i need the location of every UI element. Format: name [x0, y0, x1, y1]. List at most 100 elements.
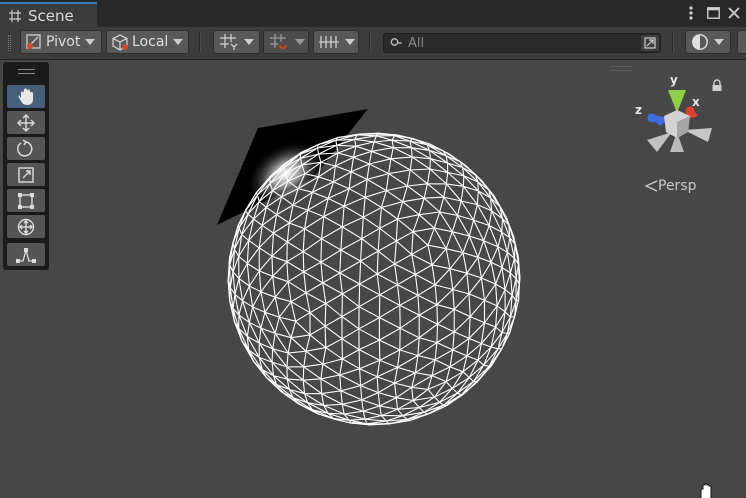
- scene-viewport[interactable]: y x z Persp: [0, 60, 746, 498]
- wireframe-edge: [376, 366, 398, 378]
- tab-scene[interactable]: Scene: [0, 2, 97, 27]
- grid-snap-icon: [220, 34, 238, 50]
- rotate-tool-button[interactable]: [7, 137, 45, 160]
- wireframe-edge: [380, 190, 387, 208]
- transform-tool-button[interactable]: [7, 215, 45, 238]
- projection-toggle[interactable]: Persp: [644, 178, 697, 194]
- wireframe-edge: [427, 245, 433, 266]
- wireframe-edge: [238, 263, 248, 279]
- shading-mode-dropdown[interactable]: [685, 30, 731, 54]
- wireframe-edge: [468, 293, 485, 301]
- wireframe-edge: [411, 386, 429, 390]
- wireframe-edge: [418, 407, 425, 413]
- increment-snap-dropdown[interactable]: [263, 30, 309, 54]
- close-icon[interactable]: [726, 4, 742, 22]
- grid-snap-dropdown[interactable]: [213, 30, 260, 54]
- hand-tool-button[interactable]: [7, 85, 45, 108]
- gizmo-neg-x-cone[interactable]: [647, 132, 672, 152]
- search-expand-icon[interactable]: [641, 35, 659, 51]
- wireframe-edge: [359, 273, 378, 285]
- search-field[interactable]: All: [383, 33, 661, 53]
- gizmo-y-axis-cone[interactable]: [668, 90, 686, 113]
- wireframe-edge: [385, 173, 390, 191]
- sphere-wireframe[interactable]: [227, 132, 521, 426]
- increment-snap-icon: [270, 34, 287, 49]
- wireframe-edge: [272, 214, 278, 234]
- chevron-down-icon: [244, 39, 254, 45]
- wireframe-edge: [366, 163, 370, 180]
- wireframe-edge: [271, 241, 288, 257]
- wireframe-edge: [418, 304, 438, 316]
- wireframe-edge: [302, 238, 322, 253]
- wireframe-edge: [427, 244, 447, 250]
- tool-palette-grip[interactable]: [18, 69, 35, 74]
- wireframe-edge: [339, 374, 361, 387]
- wireframe-edge: [309, 334, 327, 349]
- grid-visibility-dropdown[interactable]: [313, 30, 359, 54]
- wireframe-edge: [248, 270, 260, 287]
- wireframe-edge: [409, 169, 428, 185]
- wireframe-edge: [271, 255, 288, 263]
- wireframe-edge: [457, 392, 462, 396]
- wireframe-edge: [434, 396, 441, 403]
- wireframe-edge: [468, 337, 482, 345]
- wireframe-edge: [506, 237, 511, 253]
- wireframe-edge: [436, 304, 455, 310]
- wireframe-edge: [368, 151, 373, 165]
- wireframe-edge: [246, 247, 260, 264]
- wireframe-edge: [379, 218, 398, 229]
- wireframe-edge: [397, 214, 420, 220]
- wireframe-edge: [431, 264, 436, 285]
- wireframe-edge: [402, 185, 408, 202]
- wireframe-edge: [342, 358, 360, 370]
- wireframe-edge: [436, 324, 439, 343]
- maximize-icon[interactable]: [705, 4, 721, 22]
- wireframe-edge: [357, 134, 377, 137]
- wireframe-edge: [399, 327, 420, 339]
- wireframe-edge: [397, 284, 419, 296]
- wireframe-edge: [484, 322, 496, 328]
- wireframe-edge: [350, 163, 370, 173]
- wireframe-edge: [388, 173, 408, 187]
- wireframe-edge: [248, 239, 260, 249]
- toolbar-grip[interactable]: [8, 35, 11, 51]
- wireframe-edge: [439, 401, 445, 406]
- wireframe-edge: [341, 306, 360, 317]
- wireframe-edge: [423, 197, 441, 213]
- wireframe-edge: [287, 281, 292, 302]
- wireframe-edge: [342, 403, 364, 412]
- wireframe-edge: [371, 147, 394, 152]
- wireframe-edge: [466, 273, 470, 294]
- wireframe-edge: [419, 337, 438, 344]
- wireframe-edge: [473, 380, 478, 383]
- wireframe-edge: [449, 366, 464, 373]
- search-placeholder: All: [408, 35, 425, 51]
- wireframe-edge: [377, 240, 397, 252]
- wireframe-edge: [276, 214, 290, 224]
- wireframe-edge: [495, 305, 498, 328]
- lock-icon[interactable]: [711, 79, 723, 92]
- hand-icon: [18, 88, 33, 105]
- grid-visibility-icon: [319, 36, 339, 48]
- wireframe-edge: [399, 314, 420, 329]
- gizmo-grip[interactable]: [610, 66, 632, 71]
- more-vertical-icon[interactable]: [684, 4, 698, 22]
- wireframe-edge: [290, 321, 297, 338]
- gizmo-z-axis-cap[interactable]: [647, 113, 657, 123]
- custom-tool-button[interactable]: [7, 243, 45, 266]
- rect-tool-button[interactable]: [7, 189, 45, 212]
- overflow-button[interactable]: [737, 30, 746, 54]
- wireframe-edge: [431, 264, 451, 270]
- wireframe-edge: [395, 218, 399, 242]
- move-tool-button[interactable]: [7, 111, 45, 134]
- wireframe-edge: [377, 250, 395, 265]
- scale-tool-button[interactable]: [7, 163, 45, 186]
- wireframe-edge: [321, 238, 342, 251]
- wireframe-edge: [247, 213, 254, 220]
- pivot-dropdown[interactable]: Pivot: [20, 30, 102, 54]
- wireframe-edge: [358, 349, 381, 361]
- wireframe-edge: [291, 334, 311, 339]
- local-dropdown[interactable]: Local: [106, 30, 189, 54]
- wireframe-edge: [365, 418, 387, 422]
- wireframe-edge: [321, 393, 343, 405]
